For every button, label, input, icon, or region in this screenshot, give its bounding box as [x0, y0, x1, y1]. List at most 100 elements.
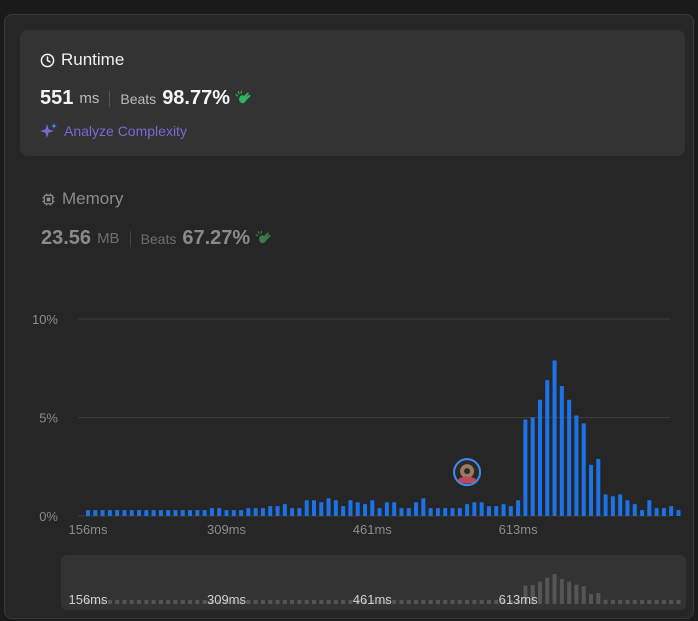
brush-bar — [268, 600, 273, 604]
chart-bar[interactable] — [618, 494, 623, 516]
chart-bar[interactable] — [341, 506, 346, 516]
chart-bar[interactable] — [158, 510, 163, 516]
chart-bar[interactable] — [567, 399, 572, 516]
chart-bar[interactable] — [574, 415, 579, 516]
chart-bar[interactable] — [421, 498, 426, 516]
brush-bar — [392, 600, 397, 604]
chart-bar[interactable] — [151, 510, 156, 516]
brush-bar — [567, 581, 572, 604]
chart-bar[interactable] — [581, 423, 586, 516]
chart-bar[interactable] — [173, 510, 178, 516]
chart-bar[interactable] — [530, 417, 535, 517]
chart-bar[interactable] — [202, 510, 207, 516]
chart-bar[interactable] — [290, 508, 295, 516]
avatar-eye — [464, 468, 471, 475]
chart-bar[interactable] — [100, 510, 105, 516]
chart-bar[interactable] — [253, 508, 258, 516]
chart-bar[interactable] — [282, 504, 287, 516]
chart-bar[interactable] — [195, 510, 200, 516]
chart-bar[interactable] — [217, 508, 222, 516]
chart-bar[interactable] — [392, 502, 397, 516]
chart-bar[interactable] — [399, 508, 404, 516]
chart-bar[interactable] — [144, 510, 149, 516]
chart-bar[interactable] — [311, 500, 316, 516]
chart-bar[interactable] — [231, 510, 236, 516]
chart-bar[interactable] — [465, 504, 470, 516]
chart-bar[interactable] — [676, 510, 681, 516]
chart-bar[interactable] — [501, 504, 506, 516]
chart-bar[interactable] — [246, 508, 251, 516]
chart-bar[interactable] — [596, 458, 601, 516]
chart-bar[interactable] — [326, 498, 331, 516]
chart-bar[interactable] — [260, 508, 265, 516]
chart-bar[interactable] — [297, 508, 302, 516]
chart-bar[interactable] — [122, 510, 127, 516]
chart-bar[interactable] — [552, 360, 557, 516]
brush-bar — [472, 600, 477, 604]
chart-bar[interactable] — [632, 504, 637, 516]
chart-bar[interactable] — [188, 510, 193, 516]
chart-bar[interactable] — [508, 506, 513, 516]
chart-bar[interactable] — [625, 500, 630, 516]
brush-x-tick-label: 613ms — [499, 592, 539, 607]
chart-bar[interactable] — [268, 506, 273, 516]
chart-bar[interactable] — [486, 506, 491, 516]
chart-bar[interactable] — [209, 508, 214, 516]
chart-bar[interactable] — [669, 506, 674, 516]
brush-bar — [195, 600, 200, 604]
chart-bar[interactable] — [559, 385, 564, 516]
brush-bar — [676, 600, 681, 604]
chart-bar[interactable] — [333, 500, 338, 516]
chart-bar[interactable] — [523, 419, 528, 516]
chart-bar[interactable] — [435, 508, 440, 516]
chart-bar[interactable] — [137, 510, 142, 516]
chart-bar[interactable] — [494, 506, 499, 516]
chart-bar[interactable] — [348, 500, 353, 516]
chart-bar[interactable] — [545, 380, 550, 516]
chart-bar[interactable] — [414, 502, 419, 516]
chart-bar[interactable] — [107, 510, 112, 516]
chart-bar[interactable] — [640, 510, 645, 516]
chart-bar[interactable] — [428, 508, 433, 516]
chart-bar[interactable] — [603, 494, 608, 516]
chart-bar[interactable] — [275, 506, 280, 516]
chart-bar[interactable] — [457, 508, 462, 516]
chart-bar[interactable] — [610, 496, 615, 516]
chart-bar[interactable] — [239, 510, 244, 516]
chart-bar[interactable] — [377, 508, 382, 516]
chart-bar[interactable] — [654, 508, 659, 516]
chart-bar[interactable] — [115, 510, 120, 516]
brush-x-tick-label: 156ms — [68, 592, 108, 607]
chart-bar[interactable] — [370, 500, 375, 516]
brush-bar — [443, 600, 448, 604]
chart-bar[interactable] — [443, 508, 448, 516]
chart-bar[interactable] — [224, 510, 229, 516]
chart-bar[interactable] — [129, 510, 134, 516]
chart-bar[interactable] — [450, 508, 455, 516]
brush-bar — [290, 600, 295, 604]
chart-bar[interactable] — [589, 464, 594, 516]
brush-bar — [188, 600, 193, 604]
brush-bar — [465, 600, 470, 604]
brush-bar — [435, 600, 440, 604]
chart-bar[interactable] — [363, 504, 368, 516]
chart-bar[interactable] — [479, 502, 484, 516]
chart-bar[interactable] — [537, 399, 542, 516]
chart-bar[interactable] — [86, 510, 90, 516]
chart-bar[interactable] — [384, 502, 389, 516]
chart-bar[interactable] — [472, 502, 477, 516]
chart-bar[interactable] — [661, 508, 666, 516]
chart-bar[interactable] — [166, 510, 171, 516]
chart-bar[interactable] — [93, 510, 98, 516]
brush-bar — [319, 600, 324, 604]
chart-bar[interactable] — [355, 502, 360, 516]
chart-bar[interactable] — [516, 500, 521, 516]
chart-bar[interactable] — [304, 500, 309, 516]
brush-bar — [166, 600, 171, 604]
chart-bar[interactable] — [647, 500, 652, 516]
y-tick-label: 0% — [39, 509, 58, 524]
brush-bar — [253, 600, 258, 604]
chart-bar[interactable] — [319, 502, 324, 516]
chart-bar[interactable] — [180, 510, 185, 516]
chart-bar[interactable] — [406, 508, 411, 516]
